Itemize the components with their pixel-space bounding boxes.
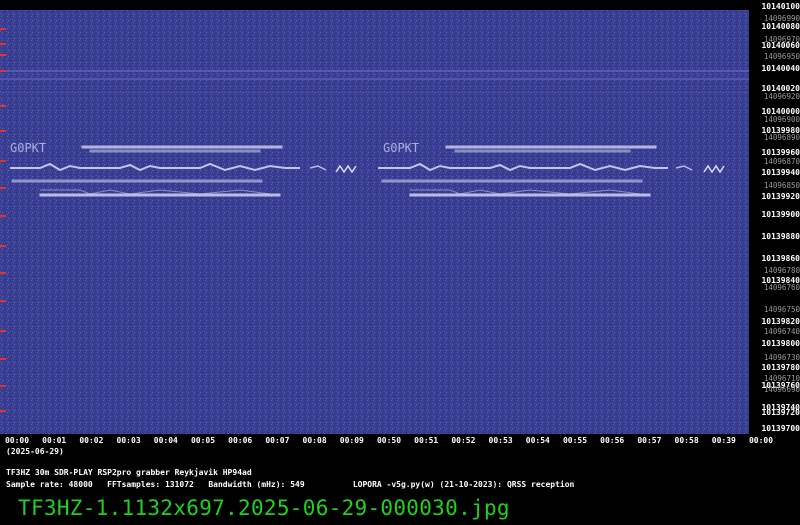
frequency-tick-label: 14096950 bbox=[763, 52, 800, 61]
frequency-marker bbox=[0, 410, 6, 412]
time-tick-label: 00:55 bbox=[562, 436, 588, 445]
interference-line bbox=[0, 70, 749, 72]
time-tick-label: 00:53 bbox=[488, 436, 513, 445]
time-tick-label: 00:06 bbox=[228, 436, 253, 445]
sample-rate: Sample rate: 48000 bbox=[6, 480, 93, 489]
callsign-trace-1: G0PKT bbox=[10, 141, 46, 155]
frequency-tick-label: 10139920 bbox=[761, 192, 800, 201]
date-label: (2025-06-29) bbox=[6, 447, 64, 456]
interference-line bbox=[0, 92, 749, 93]
frequency-marker bbox=[0, 105, 6, 107]
frequency-tick-label: 10139880 bbox=[761, 232, 800, 241]
time-tick-label: 00:00 bbox=[748, 436, 774, 445]
time-tick-label: 00:03 bbox=[116, 436, 141, 445]
frequency-tick-label: 10140100 bbox=[761, 2, 800, 11]
frequency-tick-label: 14096890 bbox=[763, 133, 800, 142]
frequency-tick-label: 10140040 bbox=[761, 64, 800, 73]
time-tick-label: 00:58 bbox=[674, 436, 699, 445]
frequency-marker bbox=[0, 300, 6, 302]
time-tick-label: 00:04 bbox=[153, 436, 178, 445]
frequency-tick-label: 10140080 bbox=[761, 22, 800, 31]
time-tick-label: 00:57 bbox=[637, 436, 662, 445]
frequency-marker bbox=[0, 272, 6, 274]
reception-parameters: Sample rate: 48000 FFTsamples: 131072 Ba… bbox=[6, 480, 574, 489]
frequency-marker bbox=[0, 187, 6, 189]
time-tick-label: 00:00 bbox=[4, 436, 30, 445]
frequency-tick-label: 14096690 bbox=[763, 385, 800, 394]
time-tick-label: 00:08 bbox=[302, 436, 327, 445]
frequency-tick-label: 10139900 bbox=[761, 210, 800, 219]
time-tick-label: 00:56 bbox=[600, 436, 625, 445]
frequency-tick-label: 14096920 bbox=[763, 92, 800, 101]
frequency-tick-label: 10139820 bbox=[761, 317, 800, 326]
time-tick-label: 00:51 bbox=[414, 436, 439, 445]
frequency-tick-label: 10139960 bbox=[761, 148, 800, 157]
frequency-marker bbox=[0, 70, 6, 72]
frequency-tick-label: 14096760 bbox=[763, 283, 800, 292]
frequency-tick-label: 10139940 bbox=[761, 168, 800, 177]
time-tick-label: 00:52 bbox=[451, 436, 476, 445]
interference-line bbox=[0, 78, 749, 80]
bandwidth: Bandwidth (mHz): 549 bbox=[208, 480, 305, 489]
frequency-tick-label: 14096900 bbox=[763, 115, 800, 124]
time-tick-label: 00:39 bbox=[711, 436, 736, 445]
frequency-tick-label: 14096730 bbox=[763, 353, 800, 362]
image-filename: TF3HZ-1.1132x697.2025-06-29-000030.jpg bbox=[18, 496, 510, 520]
frequency-tick-label: 14096780 bbox=[763, 266, 800, 275]
time-tick-label: 00:02 bbox=[79, 436, 104, 445]
frequency-marker bbox=[0, 54, 6, 56]
fft-samples: FFTsamples: 131072 bbox=[107, 480, 194, 489]
time-tick-label: 00:54 bbox=[525, 436, 550, 445]
waterfall-spectrogram: G0PKT G0PKT bbox=[0, 10, 749, 434]
frequency-tick-label: 10139860 bbox=[761, 254, 800, 263]
callsign-trace-2: G0PKT bbox=[383, 141, 419, 155]
frequency-marker bbox=[0, 245, 6, 247]
frequency-tick-label: 10139720 bbox=[761, 408, 800, 417]
frequency-marker bbox=[0, 330, 6, 332]
frequency-marker bbox=[0, 215, 6, 217]
time-tick-label: 00:07 bbox=[265, 436, 290, 445]
frequency-tick-label: 10139780 bbox=[761, 363, 800, 372]
frequency-marker bbox=[0, 385, 6, 387]
software-version: LOPORA -v5g.py(w) (21-10-2023): QRSS rec… bbox=[352, 480, 575, 489]
frequency-marker bbox=[0, 130, 6, 132]
frequency-tick-label: 14096850 bbox=[763, 181, 800, 190]
frequency-marker bbox=[0, 43, 6, 45]
time-tick-label: 00:01 bbox=[42, 436, 67, 445]
frequency-marker bbox=[0, 358, 6, 360]
frequency-tick-label: 14096740 bbox=[763, 327, 800, 336]
frequency-tick-label: 14096750 bbox=[763, 305, 800, 314]
time-tick-label: 00:05 bbox=[190, 436, 216, 445]
time-tick-label: 00:09 bbox=[339, 436, 364, 445]
frequency-tick-label: 14096870 bbox=[763, 157, 800, 166]
waterfall-signal-traces: G0PKT G0PKT bbox=[0, 10, 749, 434]
station-info: TF3HZ 30m SDR-PLAY RSP2pro grabber Reykj… bbox=[6, 468, 252, 477]
frequency-tick-label: 10140060 bbox=[761, 41, 800, 50]
frequency-marker bbox=[0, 28, 6, 30]
frequency-tick-label: 10139800 bbox=[761, 339, 800, 348]
frequency-tick-label: 10139700 bbox=[761, 424, 800, 433]
frequency-marker bbox=[0, 160, 6, 162]
time-tick-label: 00:50 bbox=[376, 436, 402, 445]
